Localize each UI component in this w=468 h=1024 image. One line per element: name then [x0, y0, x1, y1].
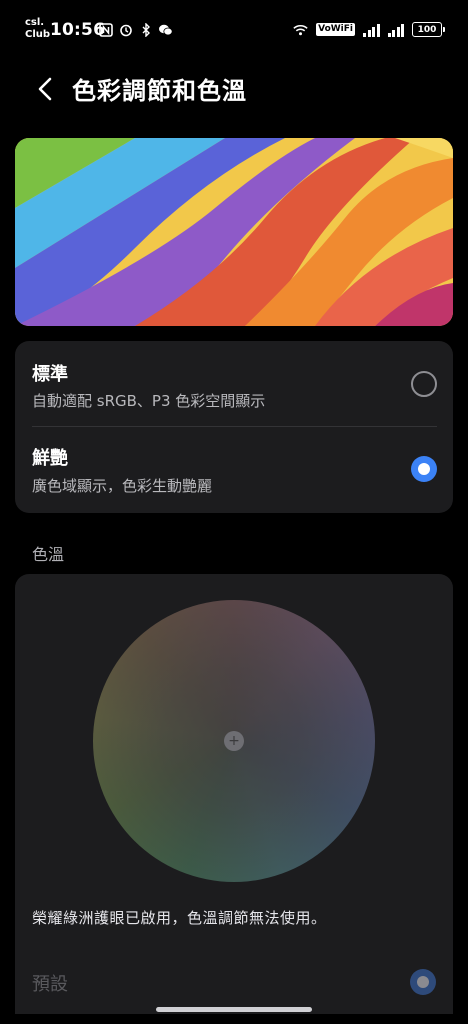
- battery-level: 100: [417, 24, 437, 35]
- nfc-icon: [98, 22, 113, 37]
- wechat-icon: [158, 22, 173, 37]
- signal-icon-sim1: [363, 23, 380, 37]
- carrier-line1: csl.: [25, 17, 45, 28]
- carrier-line2: Club: [25, 29, 51, 40]
- radio-preset[interactable]: [410, 969, 436, 995]
- mode-option-subtitle: 廣色域顯示，色彩生動艷麗: [32, 477, 213, 495]
- preview-wallpaper-image: [15, 138, 453, 326]
- display-mode-card: 標準 自動適配 sRGB、P3 色彩空間顯示 鮮艷 廣色域顯示，色彩生動艷麗: [15, 341, 453, 513]
- status-bar: csl. Club 10:56 VoWiFi 100: [0, 0, 468, 58]
- radio-standard[interactable]: [411, 371, 437, 397]
- carrier-label: csl. Club: [25, 17, 50, 41]
- mode-option-vivid[interactable]: 鮮艷 廣色域顯示，色彩生動艷麗: [15, 427, 453, 513]
- color-temperature-card: + 榮耀綠洲護眼已啟用，色溫調節無法使用。 預設: [15, 574, 453, 1014]
- page-title: 色彩調節和色溫: [72, 77, 247, 105]
- color-temperature-wheel[interactable]: +: [93, 600, 375, 882]
- alarm-icon: [118, 22, 133, 37]
- wifi-icon: [293, 22, 308, 37]
- radio-vivid[interactable]: [411, 456, 437, 482]
- back-button[interactable]: [30, 72, 60, 106]
- status-icons-right: VoWiFi 100: [293, 22, 445, 37]
- status-clock: 10:56: [50, 20, 106, 40]
- mode-option-title: 鮮艷: [32, 448, 68, 469]
- vowifi-badge: VoWiFi: [316, 23, 355, 36]
- mode-option-subtitle: 自動適配 sRGB、P3 色彩空間顯示: [32, 392, 266, 410]
- eye-comfort-notice: 榮耀綠洲護眼已啟用，色溫調節無法使用。: [32, 909, 327, 927]
- bluetooth-icon: [138, 22, 153, 37]
- preset-label: 預設: [32, 974, 68, 995]
- mode-option-title: 標準: [32, 364, 68, 385]
- battery-icon: 100: [412, 22, 445, 37]
- wheel-center-handle[interactable]: +: [224, 731, 244, 751]
- home-indicator[interactable]: [156, 1007, 312, 1012]
- chevron-left-icon: [38, 77, 52, 101]
- mode-option-standard[interactable]: 標準 自動適配 sRGB、P3 色彩空間顯示: [15, 341, 453, 427]
- signal-icon-sim2: [387, 23, 404, 37]
- color-temperature-section-label: 色溫: [32, 545, 65, 564]
- status-icons-left: [98, 22, 173, 37]
